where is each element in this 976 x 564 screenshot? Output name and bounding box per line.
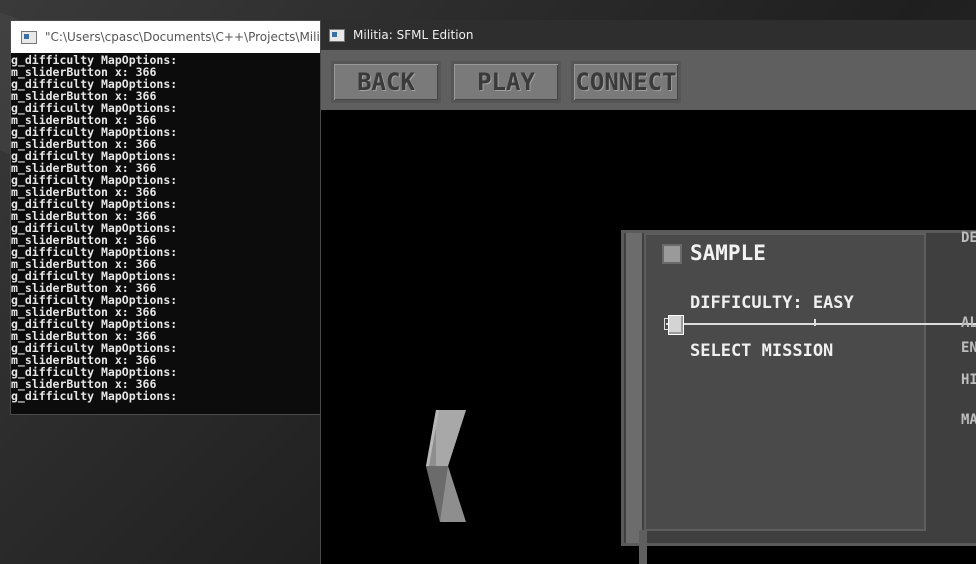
console-output: g_difficulty MapOptions: m_sliderButton x… xyxy=(11,53,331,402)
map-card: SAMPLE DIFFICULTY: EASY SELECT MISSION xyxy=(644,233,926,531)
game-window: Militia: SFML Edition BACK PLAY CONNECT … xyxy=(320,20,976,564)
game-title: Militia: SFML Edition xyxy=(353,28,474,42)
map-options-panel: SAMPLE DIFFICULTY: EASY SELECT MISSION xyxy=(621,230,976,546)
right-label-4: HI xyxy=(961,372,976,388)
console-title: "C:\Users\cpasc\Documents\C++\Projects\M… xyxy=(45,30,331,44)
select-mission-label[interactable]: SELECT MISSION xyxy=(690,341,833,361)
difficulty-slider-track[interactable] xyxy=(666,323,976,325)
back-button[interactable]: BACK xyxy=(331,61,441,103)
console-app-icon xyxy=(21,30,37,44)
game-stage: SAMPLE DIFFICULTY: EASY SELECT MISSION D… xyxy=(321,110,976,564)
connect-button[interactable]: CONNECT xyxy=(571,61,681,103)
game-app-icon xyxy=(329,28,345,42)
console-window: "C:\Users\cpasc\Documents\C++\Projects\M… xyxy=(10,20,332,415)
right-label-5: MA xyxy=(961,412,976,428)
difficulty-slider-tick xyxy=(814,319,816,326)
play-button[interactable]: PLAY xyxy=(451,61,561,103)
console-line: g_difficulty MapOptions: xyxy=(11,389,178,403)
difficulty-label: DIFFICULTY: EASY xyxy=(690,293,854,313)
map-title: SAMPLE xyxy=(690,241,766,265)
square-icon xyxy=(662,244,682,264)
game-titlebar[interactable]: Militia: SFML Edition xyxy=(321,20,976,50)
right-label-1: DE xyxy=(961,230,976,246)
difficulty-slider-button[interactable] xyxy=(668,315,684,335)
previous-arrow-icon[interactable] xyxy=(426,410,470,522)
right-label-2: AL xyxy=(961,315,976,331)
console-titlebar[interactable]: "C:\Users\cpasc\Documents\C++\Projects\M… xyxy=(11,21,331,53)
panel-edge xyxy=(626,233,642,543)
panel-support-bar xyxy=(639,530,647,564)
right-label-3: EN xyxy=(961,340,976,356)
game-toolbar: BACK PLAY CONNECT xyxy=(321,50,976,110)
